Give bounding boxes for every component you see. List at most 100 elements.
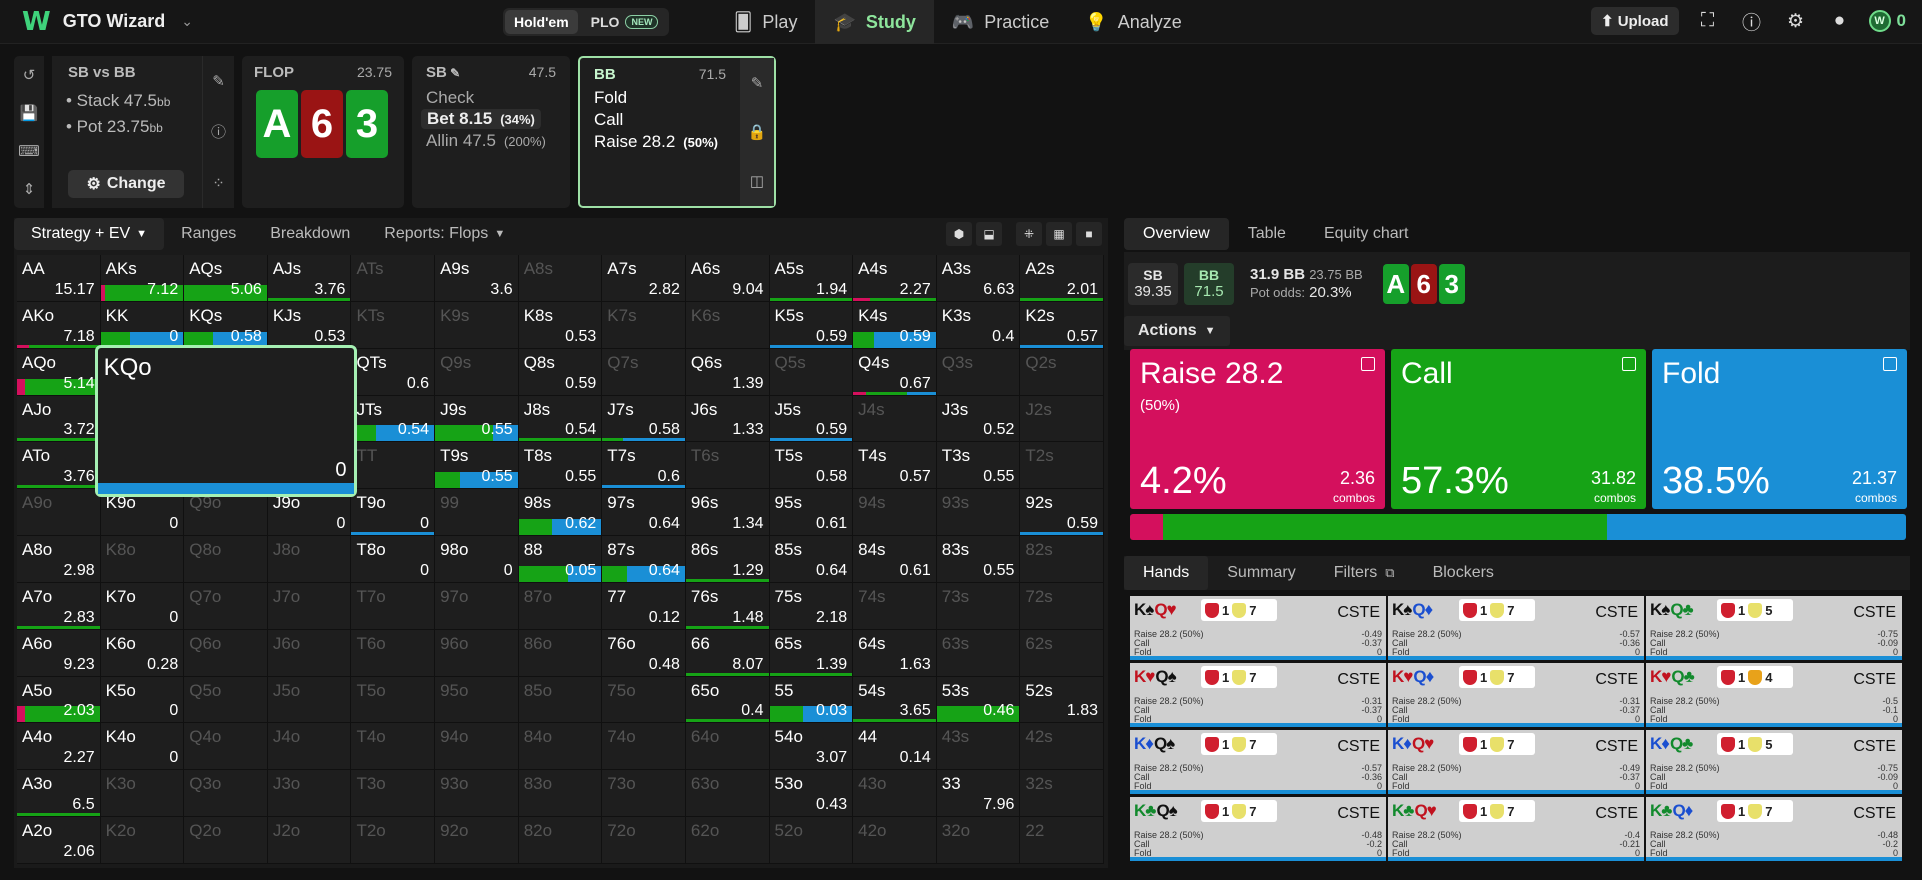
- hand-cell[interactable]: 82s: [1020, 536, 1104, 583]
- hand-cell[interactable]: K3s 0.4: [936, 301, 1021, 349]
- hand-cell[interactable]: Q3o: [184, 770, 268, 818]
- hand-cell[interactable]: 74s: [853, 582, 937, 630]
- tab-table[interactable]: Table: [1229, 218, 1305, 250]
- flop-node[interactable]: FLOP 23.75 A 6 3: [242, 56, 404, 208]
- bb-option-raise[interactable]: Raise 28.2 (50%): [594, 132, 718, 152]
- report-icon[interactable]: [1622, 357, 1636, 371]
- hand-cell[interactable]: 77 0.12: [602, 582, 686, 630]
- nav-analyze[interactable]: 💡 Analyze: [1067, 0, 1199, 44]
- tab-breakdown[interactable]: Breakdown: [253, 218, 367, 250]
- hand-cell[interactable]: 86o: [518, 629, 603, 677]
- hand-cell[interactable]: AQo 5.14: [17, 348, 101, 396]
- hand-cell[interactable]: Q8s 0.59: [518, 348, 603, 396]
- hand-cell[interactable]: Q9s: [435, 348, 519, 396]
- hand-cell[interactable]: 98o 0: [435, 536, 519, 583]
- hand-cell[interactable]: 97s 0.64: [602, 489, 686, 537]
- report-icon[interactable]: [1883, 357, 1897, 371]
- hand-cell[interactable]: 22: [1020, 817, 1104, 864]
- hand-cell[interactable]: ATo 3.76: [17, 442, 101, 490]
- selected-hand-popup[interactable]: KQo 0: [94, 344, 358, 498]
- hand-cell[interactable]: 76o 0.48: [602, 629, 686, 677]
- hand-cell[interactable]: J4s: [853, 395, 937, 443]
- hand-cell[interactable]: 53s 0.46: [936, 676, 1021, 724]
- hand-cell[interactable]: 42o: [853, 817, 937, 864]
- hand-cell[interactable]: 73s: [936, 582, 1021, 630]
- pencil-icon[interactable]: ✎: [212, 72, 225, 90]
- hand-cell[interactable]: J8o: [267, 536, 352, 583]
- hand-cell[interactable]: 99: [435, 489, 519, 537]
- hand-cell[interactable]: 87s 0.64: [602, 536, 686, 583]
- hand-cell[interactable]: A7o 2.83: [17, 582, 101, 630]
- hand-cell[interactable]: T8s 0.55: [518, 442, 603, 490]
- hand-cell[interactable]: 44 0.14: [853, 723, 937, 771]
- hand-cell[interactable]: K4o 0: [100, 723, 185, 771]
- hand-cell[interactable]: T8o 0: [351, 536, 436, 583]
- hand-cell[interactable]: 96o: [435, 629, 519, 677]
- hand-combo-card[interactable]: K♠ Q♣ 1 5 CSTE Raise 28.2 (50%) -0.75 Call -0.09…: [1646, 596, 1902, 660]
- hand-cell[interactable]: A5o 2.03: [17, 676, 101, 724]
- hand-cell[interactable]: Q5s: [769, 348, 854, 396]
- hand-cell[interactable]: Q4s 0.67: [853, 348, 937, 396]
- hand-cell[interactable]: Q6s 1.39: [685, 348, 770, 396]
- hand-cell[interactable]: 72s: [1020, 582, 1104, 630]
- nav-play[interactable]: 🂠 Play: [716, 0, 815, 44]
- hand-cell[interactable]: K7o 0: [100, 582, 185, 630]
- save-icon[interactable]: 💾: [20, 104, 39, 122]
- sb-option-check[interactable]: Check: [426, 88, 474, 108]
- hand-cell[interactable]: AKo 7.18: [17, 301, 101, 349]
- hand-cell[interactable]: T6o: [351, 629, 436, 677]
- hand-cell[interactable]: 62o: [685, 817, 770, 864]
- hand-cell[interactable]: AJo 3.72: [17, 395, 101, 443]
- hand-cell[interactable]: 92s 0.59: [1020, 489, 1104, 537]
- hand-cell[interactable]: K2s 0.57: [1020, 301, 1104, 349]
- hand-cell[interactable]: T6s: [685, 442, 770, 490]
- hand-cell[interactable]: 83o: [518, 770, 603, 818]
- hand-cell[interactable]: 42s: [1020, 723, 1104, 771]
- hand-combo-card[interactable]: K♦ Q♥ 1 7 CSTE Raise 28.2 (50%) -0.49 Call -0.37…: [1388, 730, 1644, 794]
- hand-cell[interactable]: A6s 9.04: [685, 255, 770, 302]
- hand-cell[interactable]: 84o: [518, 723, 603, 771]
- variant-plo[interactable]: PLO NEW: [582, 10, 668, 34]
- hand-cell[interactable]: A9o: [17, 489, 101, 537]
- hand-cell[interactable]: 54s 3.65: [853, 676, 937, 724]
- hand-cell[interactable]: A3o 6.5: [17, 770, 101, 818]
- hand-cell[interactable]: 32s: [1020, 770, 1104, 818]
- hand-cell[interactable]: Q8o: [184, 536, 268, 583]
- hand-cell[interactable]: JTs 0.54: [351, 395, 436, 443]
- hand-cell[interactable]: T4o: [351, 723, 436, 771]
- hand-cell[interactable]: J5s 0.59: [769, 395, 854, 443]
- hand-combo-card[interactable]: K♥ Q♣ 1 4 CSTE Raise 28.2 (50%) -0.5 Call -0.1 Fo…: [1646, 663, 1902, 727]
- hand-cell[interactable]: T9o 0: [351, 489, 436, 537]
- hand-cell[interactable]: T5o: [351, 676, 436, 724]
- sb-action-node[interactable]: SB ✎ 47.5 Check Bet 8.15 (34%) Allin 47.5…: [412, 56, 570, 208]
- expand-icon[interactable]: ⇕: [23, 180, 36, 198]
- hand-cell[interactable]: 95s 0.61: [769, 489, 854, 537]
- hand-cell[interactable]: J2o: [267, 817, 352, 864]
- info-icon[interactable]: ⓘ: [211, 121, 226, 142]
- hand-cell[interactable]: 62s: [1020, 629, 1104, 677]
- tab-equity-chart[interactable]: Equity chart: [1305, 218, 1427, 250]
- hand-cell[interactable]: 93o: [435, 770, 519, 818]
- hand-cell[interactable]: 76s 1.48: [685, 582, 770, 630]
- hand-cell[interactable]: 73o: [602, 770, 686, 818]
- cube-icon[interactable]: ⬢: [946, 222, 972, 246]
- hand-cell[interactable]: J7s 0.58: [602, 395, 686, 443]
- hand-cell[interactable]: J3o: [267, 770, 352, 818]
- credits[interactable]: W0: [1868, 10, 1906, 32]
- hand-cell[interactable]: 75s 2.18: [769, 582, 854, 630]
- bb-action-node[interactable]: BB 71.5 Fold Call Raise 28.2 (50%) ✎ 🔒 ◫: [578, 56, 776, 208]
- hand-cell[interactable]: ATs: [351, 255, 436, 302]
- hand-cell[interactable]: 97o: [435, 582, 519, 630]
- hand-cell[interactable]: AKs 7.12: [100, 255, 185, 302]
- hand-cell[interactable]: Q7o: [184, 582, 268, 630]
- hand-cell[interactable]: 65o 0.4: [685, 676, 770, 724]
- nav-practice[interactable]: 🎮 Practice: [934, 0, 1067, 44]
- tab-reports-flops[interactable]: Reports: Flops ▼: [367, 218, 522, 250]
- hand-cell[interactable]: 32o: [936, 817, 1021, 864]
- hand-cell[interactable]: K3o: [100, 770, 185, 818]
- bb-option-fold[interactable]: Fold: [594, 88, 627, 108]
- hand-cell[interactable]: 93s: [936, 489, 1021, 537]
- hand-cell[interactable]: 83s 0.55: [936, 536, 1021, 583]
- hand-cell[interactable]: KK 0: [100, 301, 185, 349]
- hand-cell[interactable]: T5s 0.58: [769, 442, 854, 490]
